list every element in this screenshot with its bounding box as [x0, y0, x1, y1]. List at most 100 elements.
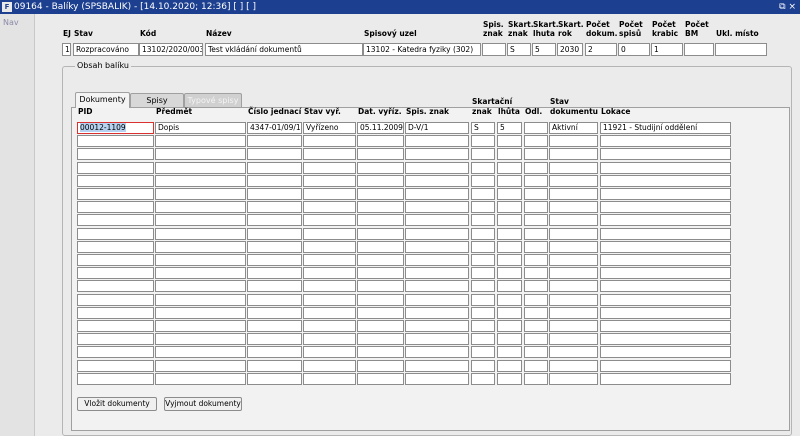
table-cell-odl[interactable] [524, 174, 548, 187]
header-field-pocet-dokum[interactable]: 2 [585, 43, 617, 56]
table-cell-dat-vyriz[interactable] [357, 254, 404, 266]
table-cell-pid[interactable] [77, 293, 154, 306]
table-cell-stav-vyr[interactable] [303, 161, 356, 174]
table-cell-cislo-jednaci[interactable] [247, 227, 302, 240]
table-cell-lokace[interactable] [600, 267, 731, 280]
table-cell-predmet[interactable] [155, 188, 246, 200]
table-cell-stav-dokumentu[interactable] [549, 320, 598, 332]
table-cell-stav-dokumentu[interactable] [549, 267, 598, 280]
header-field-skart-rok[interactable]: 2030 [557, 43, 583, 56]
header-field-skart-znak[interactable]: S [507, 43, 531, 56]
table-cell-skart-lhuta[interactable] [497, 227, 522, 240]
table-cell-odl[interactable] [524, 240, 548, 253]
table-cell-skart-lhuta[interactable] [497, 135, 522, 148]
table-cell-predmet[interactable] [155, 240, 246, 253]
table-cell-cislo-jednaci[interactable] [247, 333, 302, 346]
table-cell-stav-vyr[interactable] [303, 201, 356, 214]
table-cell-lokace[interactable] [600, 188, 731, 200]
table-cell-stav-vyr[interactable] [303, 293, 356, 306]
table-cell-predmet[interactable] [155, 293, 246, 306]
table-cell-spis-znak[interactable] [405, 320, 469, 332]
table-cell-predmet[interactable] [155, 254, 246, 266]
table-cell-skart-znak[interactable] [471, 293, 495, 306]
table-cell-lokace[interactable] [600, 372, 731, 385]
table-cell-skart-lhuta[interactable] [497, 188, 522, 200]
table-cell-odl[interactable] [524, 320, 548, 332]
table-cell-cislo-jednaci[interactable] [247, 306, 302, 319]
table-cell-stav-vyr[interactable] [303, 188, 356, 200]
table-cell-spis-znak[interactable]: D-V/1 [405, 122, 469, 134]
table-cell-dat-vyriz[interactable] [357, 227, 404, 240]
table-cell-skart-znak[interactable] [471, 372, 495, 385]
table-cell-skart-lhuta[interactable] [497, 306, 522, 319]
table-cell-stav-dokumentu[interactable]: Aktivní [549, 122, 598, 134]
table-cell-dat-vyriz[interactable] [357, 240, 404, 253]
table-cell-lokace[interactable] [600, 174, 731, 187]
table-cell-stav-dokumentu[interactable] [549, 188, 598, 200]
table-cell-spis-znak[interactable] [405, 227, 469, 240]
header-field-nazev[interactable]: Test vkládání dokumentů [205, 43, 363, 56]
table-cell-cislo-jednaci[interactable] [247, 320, 302, 332]
table-cell-lokace[interactable] [600, 320, 731, 332]
table-cell-odl[interactable] [524, 306, 548, 319]
table-cell-cislo-jednaci[interactable] [247, 372, 302, 385]
table-cell-cislo-jednaci[interactable] [247, 214, 302, 227]
table-cell-odl[interactable] [524, 254, 548, 266]
table-cell-skart-znak[interactable] [471, 280, 495, 293]
header-field-ej[interactable]: 1 [62, 43, 71, 56]
tab-dokumenty[interactable]: Dokumenty [75, 92, 130, 108]
table-cell-stav-dokumentu[interactable] [549, 306, 598, 319]
table-cell-skart-znak[interactable] [471, 267, 495, 280]
table-cell-dat-vyriz[interactable] [357, 333, 404, 346]
table-cell-skart-lhuta[interactable] [497, 359, 522, 372]
table-cell-odl[interactable] [524, 148, 548, 161]
table-cell-skart-lhuta[interactable]: 5 [497, 122, 522, 134]
table-cell-predmet[interactable] [155, 280, 246, 293]
table-cell-stav-vyr[interactable] [303, 320, 356, 332]
table-cell-spis-znak[interactable] [405, 148, 469, 161]
table-cell-odl[interactable] [524, 267, 548, 280]
table-cell-dat-vyriz[interactable] [357, 148, 404, 161]
table-cell-spis-znak[interactable] [405, 174, 469, 187]
table-cell-skart-znak[interactable] [471, 359, 495, 372]
table-cell-stav-dokumentu[interactable] [549, 174, 598, 187]
table-cell-odl[interactable] [524, 346, 548, 359]
table-cell-stav-dokumentu[interactable] [549, 346, 598, 359]
table-cell-pid[interactable] [77, 161, 154, 174]
table-cell-stav-dokumentu[interactable] [549, 333, 598, 346]
table-cell-pid[interactable] [77, 320, 154, 332]
table-cell-stav-vyr[interactable] [303, 359, 356, 372]
table-cell-predmet[interactable] [155, 174, 246, 187]
header-field-pocet-bm[interactable] [684, 43, 714, 56]
table-cell-skart-znak[interactable] [471, 148, 495, 161]
table-cell-skart-znak[interactable]: S [471, 122, 495, 134]
table-cell-predmet[interactable] [155, 214, 246, 227]
header-field-kod[interactable]: 13102/2020/003 [139, 43, 203, 56]
table-cell-skart-lhuta[interactable] [497, 240, 522, 253]
insert-documents-button[interactable]: Vložit dokumenty [77, 397, 157, 411]
table-cell-pid[interactable] [77, 135, 154, 148]
table-cell-stav-vyr[interactable] [303, 346, 356, 359]
table-cell-spis-znak[interactable] [405, 333, 469, 346]
table-cell-skart-lhuta[interactable] [497, 267, 522, 280]
table-cell-pid[interactable] [77, 333, 154, 346]
table-cell-odl[interactable] [524, 201, 548, 214]
table-cell-spis-znak[interactable] [405, 306, 469, 319]
table-cell-skart-znak[interactable] [471, 174, 495, 187]
table-cell-lokace[interactable] [600, 254, 731, 266]
table-cell-spis-znak[interactable] [405, 372, 469, 385]
table-cell-cislo-jednaci[interactable] [247, 280, 302, 293]
table-cell-dat-vyriz[interactable] [357, 135, 404, 148]
table-cell-skart-lhuta[interactable] [497, 372, 522, 385]
table-cell-predmet[interactable] [155, 333, 246, 346]
table-cell-skart-lhuta[interactable] [497, 346, 522, 359]
window-restore-icon[interactable]: ⧉ × [779, 0, 796, 14]
table-cell-skart-lhuta[interactable] [497, 161, 522, 174]
table-cell-pid[interactable] [77, 240, 154, 253]
table-cell-odl[interactable] [524, 227, 548, 240]
table-cell-pid[interactable] [77, 188, 154, 200]
table-cell-skart-znak[interactable] [471, 240, 495, 253]
table-cell-cislo-jednaci[interactable] [247, 161, 302, 174]
table-cell-cislo-jednaci[interactable] [247, 359, 302, 372]
table-cell-predmet[interactable] [155, 201, 246, 214]
